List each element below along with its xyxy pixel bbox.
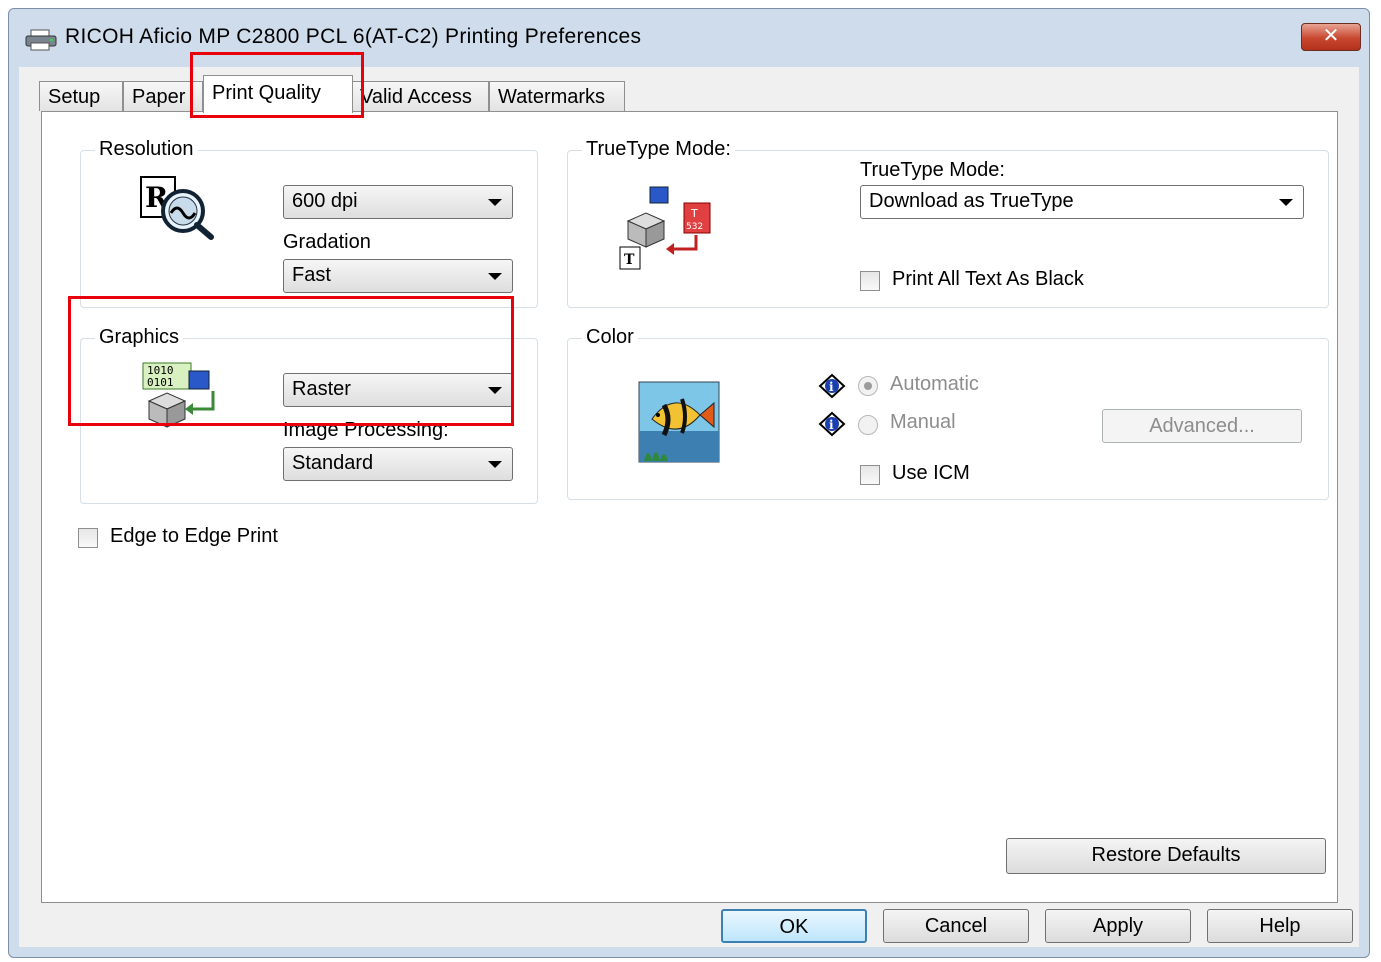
- tab-label: Setup: [48, 86, 101, 108]
- tab-setup[interactable]: Setup: [39, 81, 123, 111]
- tab-label: Watermarks: [498, 86, 606, 108]
- tab-print-quality[interactable]: Print Quality: [203, 75, 353, 113]
- help-button[interactable]: Help: [1207, 909, 1353, 943]
- restore-defaults-button[interactable]: Restore Defaults: [1006, 838, 1326, 874]
- svg-text:T: T: [690, 207, 698, 220]
- resolution-value: 600 dpi: [292, 190, 358, 212]
- graphics-group: Graphics 1010 0101 Raster Image Processi…: [80, 326, 538, 504]
- restore-defaults-label: Restore Defaults: [1091, 844, 1241, 866]
- printing-preferences-window: RICOH Aficio MP C2800 PCL 6(AT-C2) Print…: [8, 8, 1370, 958]
- tab-label: Valid Access: [360, 86, 472, 108]
- advanced-button-label: Advanced...: [1149, 415, 1255, 437]
- apply-button-label: Apply: [1092, 915, 1144, 937]
- manual-radio[interactable]: [858, 415, 878, 435]
- automatic-radio[interactable]: [858, 376, 878, 396]
- resolution-group: Resolution R 600 dpi Gradation Fast: [80, 138, 538, 308]
- tab-paper[interactable]: Paper: [123, 81, 203, 111]
- chevron-down-icon: [488, 199, 502, 206]
- image-processing-select[interactable]: Standard: [283, 447, 513, 481]
- apply-button[interactable]: Apply: [1045, 909, 1191, 943]
- graphics-value: Raster: [292, 378, 351, 400]
- close-button[interactable]: ✕: [1301, 23, 1361, 51]
- advanced-button[interactable]: Advanced...: [1102, 409, 1302, 443]
- window-title: RICOH Aficio MP C2800 PCL 6(AT-C2) Print…: [65, 25, 642, 48]
- use-icm-label[interactable]: Use ICM: [892, 462, 970, 485]
- automatic-info-icon[interactable]: i: [818, 373, 846, 399]
- printer-icon: [25, 29, 57, 57]
- help-button-label: Help: [1259, 915, 1301, 937]
- graphics-group-label: Graphics: [95, 326, 184, 349]
- chevron-down-icon: [488, 273, 502, 280]
- truetype-group: TrueType Mode: T 532 T TrueType Mode: Do…: [567, 138, 1329, 308]
- truetype-font-icon: T 532 T: [618, 185, 718, 277]
- chevron-down-icon: [488, 461, 502, 468]
- truetype-mode-value: Download as TrueType: [869, 190, 1074, 212]
- image-processing-value: Standard: [292, 452, 374, 474]
- resolution-group-label: Resolution: [95, 138, 198, 161]
- truetype-mode-label: TrueType Mode:: [860, 159, 1005, 181]
- resolution-select[interactable]: 600 dpi: [283, 185, 513, 219]
- image-processing-label: Image Processing:: [283, 419, 449, 441]
- ok-button[interactable]: OK: [721, 909, 867, 943]
- truetype-group-label: TrueType Mode:: [582, 138, 735, 161]
- ok-button-label: OK: [779, 916, 809, 938]
- dialog-client-area: Setup Paper Print Quality Valid Access W…: [19, 67, 1359, 947]
- svg-text:i: i: [829, 380, 834, 394]
- color-group-label: Color: [582, 326, 638, 349]
- tab-label: Paper: [132, 86, 186, 108]
- edge-to-edge-label[interactable]: Edge to Edge Print: [110, 525, 278, 548]
- color-fish-image-icon: [638, 381, 720, 469]
- gradation-label: Gradation: [283, 231, 371, 253]
- svg-text:i: i: [829, 418, 834, 432]
- edge-to-edge-checkbox[interactable]: [78, 528, 98, 548]
- manual-label[interactable]: Manual: [890, 411, 956, 434]
- svg-text:532: 532: [686, 222, 703, 232]
- title-bar: RICOH Aficio MP C2800 PCL 6(AT-C2) Print…: [9, 9, 1369, 67]
- resolution-magnifier-icon: R: [139, 175, 217, 247]
- automatic-label[interactable]: Automatic: [890, 373, 979, 396]
- print-quality-panel: Resolution R 600 dpi Gradation Fast Grap…: [41, 111, 1338, 903]
- graphics-select[interactable]: Raster: [283, 373, 513, 407]
- svg-text:T: T: [624, 252, 635, 268]
- close-icon: ✕: [1322, 25, 1340, 47]
- cancel-button-label: Cancel: [924, 915, 988, 937]
- gradation-value: Fast: [292, 264, 331, 286]
- tab-label: Print Quality: [212, 82, 321, 104]
- tab-watermarks[interactable]: Watermarks: [489, 81, 625, 111]
- chevron-down-icon: [1279, 199, 1293, 206]
- print-all-text-black-checkbox[interactable]: [860, 271, 880, 291]
- color-group: Color i Automatic i Manual Advanced... U…: [567, 326, 1329, 500]
- svg-text:0101: 0101: [147, 376, 174, 389]
- truetype-mode-select[interactable]: Download as TrueType: [860, 185, 1304, 219]
- gradation-select[interactable]: Fast: [283, 259, 513, 293]
- manual-info-icon[interactable]: i: [818, 411, 846, 437]
- chevron-down-icon: [488, 387, 502, 394]
- graphics-raster-icon: 1010 0101: [139, 361, 219, 439]
- print-all-text-black-label[interactable]: Print All Text As Black: [892, 268, 1084, 291]
- cancel-button[interactable]: Cancel: [883, 909, 1029, 943]
- tab-valid-access[interactable]: Valid Access: [351, 81, 489, 111]
- use-icm-checkbox[interactable]: [860, 465, 880, 485]
